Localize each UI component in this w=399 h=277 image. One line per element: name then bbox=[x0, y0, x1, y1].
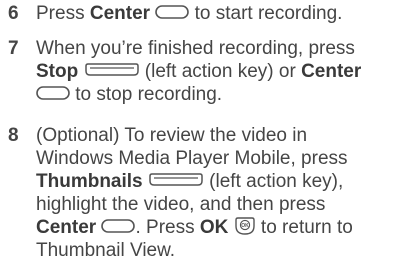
step-line: to stop recording. bbox=[36, 83, 399, 106]
stop-key-label: Stop bbox=[36, 61, 79, 82]
step-line: Stop (left action key) or Center bbox=[36, 61, 362, 82]
instruction-steps: 6 Press Center to start recording. 7 Whe… bbox=[0, 0, 399, 277]
thumbnails-key-label: Thumbnails bbox=[36, 171, 143, 192]
step-line: highlight the video, and then press bbox=[36, 194, 326, 215]
svg-text:OK: OK bbox=[241, 223, 249, 229]
step-number: 7 bbox=[8, 38, 19, 59]
center-key-icon bbox=[101, 219, 136, 233]
left-action-key-icon bbox=[148, 173, 204, 187]
step-line: Press Center to start recording. bbox=[36, 3, 343, 24]
step-line: (Optional) To review the video in bbox=[36, 125, 308, 146]
step-line: When you’re finished recording, press bbox=[36, 38, 355, 59]
step-text: Press Center to start recording. bbox=[36, 2, 399, 25]
center-key-label: Center bbox=[301, 61, 362, 82]
center-key-label: Center bbox=[89, 3, 151, 24]
center-key-icon bbox=[155, 5, 190, 19]
step-line: Thumbnails (left action key), bbox=[36, 171, 344, 192]
center-key-icon bbox=[36, 86, 70, 100]
ok-key-icon: OK bbox=[234, 216, 256, 236]
step-line: Center . Press OK OK to return to bbox=[36, 216, 353, 238]
step-text: (Optional) To review the video in Window… bbox=[36, 124, 399, 262]
step-number: 6 bbox=[8, 3, 19, 24]
step-number: 8 bbox=[8, 125, 19, 146]
step-line: Windows Media Player Mobile, press bbox=[36, 148, 348, 169]
left-action-key-icon bbox=[84, 63, 140, 77]
step-line: Thumbnail View. bbox=[36, 240, 176, 261]
center-key-label: Center bbox=[36, 217, 97, 238]
step-text: When you’re finished recording, press St… bbox=[36, 37, 399, 106]
ok-key-label: OK bbox=[199, 217, 229, 238]
